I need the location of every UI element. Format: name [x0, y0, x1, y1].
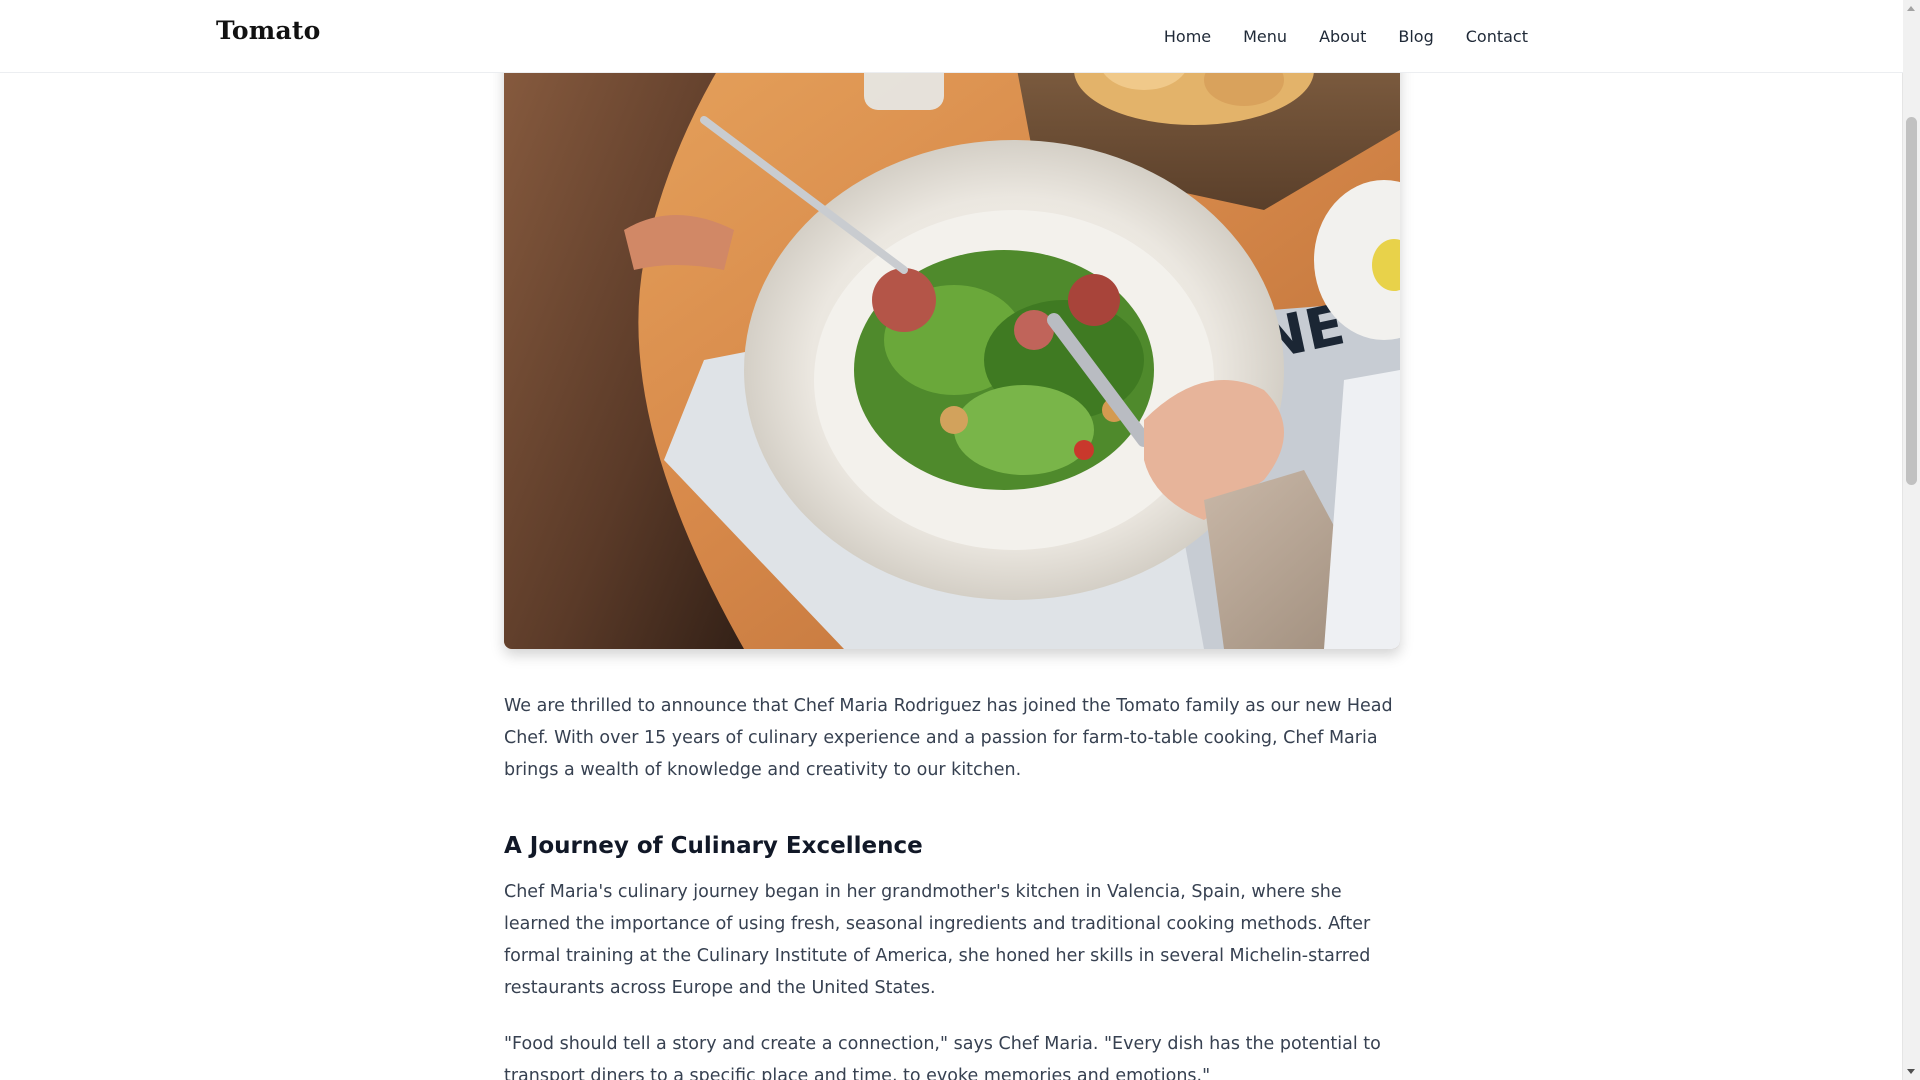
blog-article: We are thrilled to announce that Chef Ma… — [504, 690, 1400, 1080]
intro-paragraph: We are thrilled to announce that Chef Ma… — [504, 696, 1393, 780]
scroll-down-icon[interactable] — [1907, 1069, 1915, 1074]
scroll-thumb[interactable] — [1906, 117, 1917, 485]
nav-home[interactable]: Home — [1164, 27, 1211, 46]
quote-paragraph: "Food should tell a story and create a c… — [504, 1034, 1381, 1080]
scroll-up-icon[interactable] — [1907, 6, 1915, 11]
hero-image: NE — [504, 0, 1400, 649]
nav-contact[interactable]: Contact — [1466, 27, 1528, 46]
page: Tomato Home Menu About Blog Contact NE W… — [0, 0, 1920, 1080]
salad-photo-icon: NE — [504, 0, 1400, 649]
nav-about[interactable]: About — [1319, 27, 1366, 46]
nav-menu[interactable]: Menu — [1243, 27, 1287, 46]
journey-paragraph: Chef Maria's culinary journey began in h… — [504, 882, 1371, 998]
page-scrollbar[interactable] — [1902, 0, 1920, 1080]
section-heading: A Journey of Culinary Excellence — [504, 833, 923, 859]
nav-blog[interactable]: Blog — [1398, 27, 1433, 46]
main-nav: Home Menu About Blog Contact — [1164, 0, 1528, 72]
site-logo[interactable]: Tomato — [216, 16, 320, 45]
site-header: Tomato Home Menu About Blog Contact — [0, 0, 1903, 73]
